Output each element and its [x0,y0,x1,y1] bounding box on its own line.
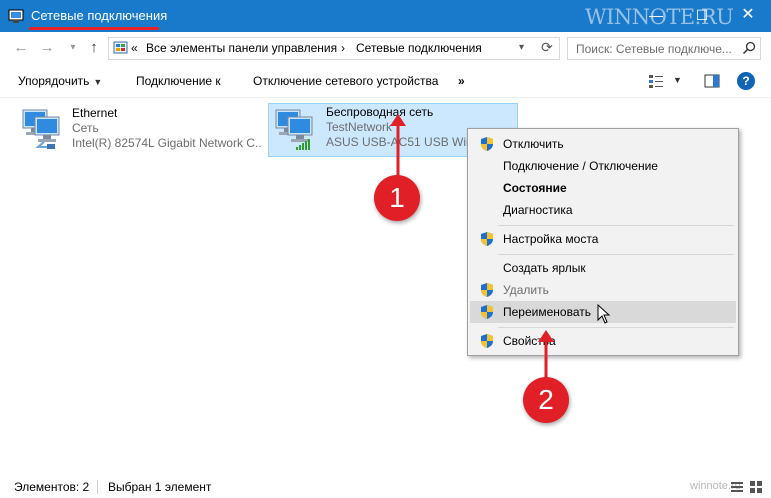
up-arrow-icon[interactable]: ↑ [85,39,103,57]
command-bar: Упорядочить ▼ Подключение к Отключение се… [0,64,771,98]
preview-pane-icon[interactable] [704,73,720,89]
address-bar[interactable]: « Все элементы панели управления › Сетев… [108,37,560,60]
mouse-cursor-icon [597,304,611,324]
connection-name: Беспроводная сеть [326,105,434,119]
status-bar: Элементов: 2 Выбран 1 элемент winnote.ru [0,476,771,498]
network-connections-icon [8,9,24,23]
connection-name: Ethernet [72,106,118,120]
uac-shield-icon [481,334,493,348]
menu-item-bridge[interactable]: Настройка моста [470,228,736,250]
control-panel-icon [113,41,128,54]
search-icon[interactable] [742,41,756,55]
ethernet-adapter-icon [22,109,60,149]
menu-item-disable[interactable]: Отключить [470,133,736,155]
refresh-icon[interactable]: ⟳ [541,39,553,56]
address-row: ← → ▾ ↑ « Все элементы панели управления… [0,32,771,64]
uac-shield-icon [481,137,493,151]
breadcrumb-overflow[interactable]: « [131,41,138,56]
menu-item-status[interactable]: Состояние [470,177,736,199]
menu-item-label: Отключить [503,137,564,151]
forward-arrow-icon[interactable]: → [38,39,56,57]
wireless-adapter-icon [275,109,313,150]
details-view-icon[interactable] [731,481,743,493]
connection-network: Сеть [72,121,99,135]
menu-item-delete: Удалить [470,279,736,301]
arrange-label: Упорядочить [18,74,90,88]
step-badge-2: 2 [523,377,569,423]
step-badge-1: 1 [374,175,420,221]
menu-separator [498,225,734,226]
search-input[interactable] [576,41,736,56]
connection-adapter: Intel(R) 82574L Gigabit Network C... [72,136,262,150]
breadcrumb-control-panel[interactable]: Все элементы панели управления [146,41,337,56]
connect-to-button[interactable]: Подключение к [136,74,221,89]
large-icons-view-icon[interactable] [750,481,762,493]
breadcrumb-network-connections[interactable]: Сетевые подключения [356,41,482,56]
callout-arrow-icon [538,330,554,378]
chevron-down-icon: ▼ [93,77,103,87]
connection-network: TestNetwork [326,120,393,134]
uac-shield-icon [481,232,493,246]
menu-item-label: Настройка моста [503,232,599,246]
close-button[interactable]: ✕ [725,0,771,32]
item-count: Элементов: 2 [14,480,90,494]
title-highlight-underline [29,27,159,30]
menu-item-create-shortcut[interactable]: Создать ярлык [470,257,736,279]
minimize-button[interactable]: — [633,0,679,32]
view-options-chevron-icon[interactable]: ▼ [673,75,682,85]
change-view-icon[interactable] [648,73,664,89]
recent-locations-chevron-icon[interactable]: ▾ [64,39,82,57]
menu-item-properties[interactable]: Свойства [470,330,736,352]
title-bar: Сетевые подключения WINNOTE.RU — ☐ ✕ [0,0,771,32]
callout-arrow-icon [390,114,406,176]
disable-device-button[interactable]: Отключение сетевого устройства [253,74,438,89]
back-arrow-icon[interactable]: ← [12,39,30,57]
search-box[interactable] [567,37,761,60]
window-title: Сетевые подключения [31,8,168,23]
uac-shield-icon [481,283,493,297]
address-history-chevron-icon[interactable]: ▾ [519,42,524,53]
status-separator [97,480,98,494]
menu-item-label: Удалить [503,283,549,297]
menu-item-label: Диагностика [503,203,573,217]
arrange-button[interactable]: Упорядочить ▼ [18,74,102,90]
menu-separator [498,254,734,255]
maximize-button[interactable]: ☐ [679,0,725,32]
selection-count: Выбран 1 элемент [108,480,212,494]
help-icon[interactable]: ? [737,72,755,90]
menu-item-connect-disconnect[interactable]: Подключение / Отключение [470,155,736,177]
menu-item-label: Подключение / Отключение [503,159,658,173]
menu-item-label: Создать ярлык [503,261,586,275]
menu-item-diagnose[interactable]: Диагностика [470,199,736,221]
uac-shield-icon [481,305,493,319]
menu-item-label: Переименовать [503,305,591,319]
breadcrumb-separator[interactable]: › [341,41,345,56]
menu-item-label: Состояние [503,181,567,195]
more-commands-button[interactable]: » [458,74,465,89]
connection-item-ethernet[interactable]: Ethernet Сеть Intel(R) 82574L Gigabit Ne… [16,104,266,158]
